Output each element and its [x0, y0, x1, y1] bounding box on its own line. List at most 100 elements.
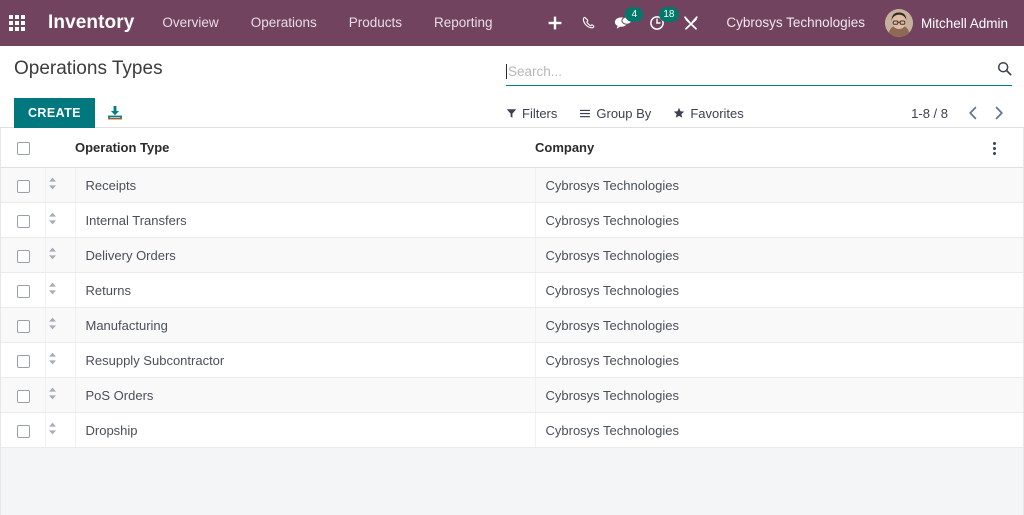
app-brand-inventory[interactable]: Inventory [34, 12, 146, 34]
drag-handle-icon[interactable] [46, 387, 60, 400]
cell-company[interactable]: Cybrosys Technologies [535, 238, 993, 273]
search-bar[interactable] [506, 58, 1012, 86]
menu-item-overview[interactable]: Overview [146, 0, 234, 46]
table-row[interactable]: ReturnsCybrosys Technologies [1, 273, 1023, 308]
drag-handle-icon[interactable] [46, 247, 60, 260]
import-records-button[interactable] [107, 105, 123, 121]
cell-operation-type[interactable]: Resupply Subcontractor [75, 343, 535, 378]
filters-dropdown[interactable]: Filters [506, 106, 557, 121]
drag-handle-icon[interactable] [46, 317, 60, 330]
drag-handle-icon[interactable] [46, 422, 60, 435]
list-view-container: Operation Type Company ReceiptsCybrosys … [0, 128, 1024, 515]
table-row[interactable]: DropshipCybrosys Technologies [1, 413, 1023, 448]
row-handle-cell [45, 168, 75, 203]
apps-menu-button[interactable] [0, 0, 34, 46]
active-company-switcher[interactable]: Cybrosys Technologies [708, 0, 879, 46]
cell-operation-type[interactable]: PoS Orders [75, 378, 535, 413]
row-options-cell [993, 308, 1023, 343]
menu-item-operations[interactable]: Operations [235, 0, 333, 46]
drag-handle-icon[interactable] [46, 177, 60, 190]
menu-item-reporting[interactable]: Reporting [418, 0, 509, 46]
cell-company[interactable]: Cybrosys Technologies [535, 413, 993, 448]
drag-handle-icon[interactable] [46, 282, 60, 295]
developer-tools-button[interactable] [674, 0, 708, 46]
row-checkbox[interactable] [17, 320, 30, 333]
row-select-cell [1, 238, 45, 273]
phone-icon [582, 16, 596, 30]
favorites-dropdown[interactable]: Favorites [673, 106, 743, 121]
messaging-button[interactable]: 4 [606, 0, 640, 46]
row-checkbox[interactable] [17, 180, 30, 193]
table-row[interactable]: Resupply SubcontractorCybrosys Technolog… [1, 343, 1023, 378]
table-row[interactable]: ManufacturingCybrosys Technologies [1, 308, 1023, 343]
cell-operation-type[interactable]: Delivery Orders [75, 238, 535, 273]
drag-handle-icon[interactable] [46, 352, 60, 365]
row-checkbox[interactable] [17, 215, 30, 228]
control-panel-top-row: Operations Types [14, 46, 1012, 86]
search-input[interactable] [508, 62, 986, 82]
filters-label: Filters [522, 106, 557, 121]
select-all-checkbox[interactable] [17, 142, 30, 155]
row-checkbox[interactable] [17, 390, 30, 403]
cell-company[interactable]: Cybrosys Technologies [535, 343, 993, 378]
table-row[interactable]: Internal TransfersCybrosys Technologies [1, 203, 1023, 238]
create-button[interactable]: CREATE [14, 98, 95, 128]
navbar-right-tools: 4 18 Cybrosys Technologies [538, 0, 1014, 46]
operation-types-table: Operation Type Company ReceiptsCybrosys … [1, 128, 1023, 448]
table-row[interactable]: ReceiptsCybrosys Technologies [1, 168, 1023, 203]
list-icon [579, 108, 591, 119]
optional-columns-header [993, 128, 1023, 168]
table-row[interactable]: PoS OrdersCybrosys Technologies [1, 378, 1023, 413]
cell-company[interactable]: Cybrosys Technologies [535, 308, 993, 343]
cell-company[interactable]: Cybrosys Technologies [535, 168, 993, 203]
cell-operation-type[interactable]: Dropship [75, 413, 535, 448]
row-select-cell [1, 308, 45, 343]
cell-operation-type[interactable]: Receipts [75, 168, 535, 203]
wrench-screwdriver-icon [683, 15, 699, 31]
drag-handle-icon[interactable] [46, 212, 60, 225]
search-icon[interactable] [997, 61, 1012, 81]
cell-operation-type[interactable]: Manufacturing [75, 308, 535, 343]
cell-operation-type[interactable]: Internal Transfers [75, 203, 535, 238]
activities-button[interactable]: 18 [640, 0, 674, 46]
column-header-operation-type[interactable]: Operation Type [75, 128, 535, 168]
avatar [885, 9, 913, 37]
control-panel-title-area: Operations Types [14, 58, 506, 80]
pager: 1-8 / 8 [911, 106, 1012, 121]
cell-company[interactable]: Cybrosys Technologies [535, 203, 993, 238]
column-header-company[interactable]: Company [535, 128, 993, 168]
row-checkbox[interactable] [17, 355, 30, 368]
user-menu[interactable]: Mitchell Admin [879, 9, 1014, 37]
page-title: Operations Types [14, 58, 506, 80]
row-checkbox[interactable] [17, 425, 30, 438]
apps-grid-icon [9, 15, 25, 31]
search-caret [506, 64, 507, 79]
row-options-cell [993, 238, 1023, 273]
column-options-icon[interactable] [993, 142, 996, 155]
pager-previous-button[interactable] [960, 106, 986, 120]
menu-item-products[interactable]: Products [333, 0, 418, 46]
row-handle-cell [45, 413, 75, 448]
control-panel-bottom-row: CREATE Filters [14, 86, 1012, 128]
top-navbar: Inventory Overview Operations Products R… [0, 0, 1024, 46]
table-row[interactable]: Delivery OrdersCybrosys Technologies [1, 238, 1023, 273]
pager-next-button[interactable] [986, 106, 1012, 120]
cell-company[interactable]: Cybrosys Technologies [535, 273, 993, 308]
row-select-cell [1, 273, 45, 308]
search-facets-and-pager: Filters Group By Favor [506, 106, 1012, 121]
voip-phone-button[interactable] [572, 0, 606, 46]
control-panel: Operations Types CREATE [0, 46, 1024, 128]
row-options-cell [993, 413, 1023, 448]
row-options-cell [993, 168, 1023, 203]
table-header-row: Operation Type Company [1, 128, 1023, 168]
quick-create-button[interactable] [538, 0, 572, 46]
cell-company[interactable]: Cybrosys Technologies [535, 378, 993, 413]
cell-operation-type[interactable]: Returns [75, 273, 535, 308]
row-checkbox[interactable] [17, 250, 30, 263]
row-checkbox[interactable] [17, 285, 30, 298]
star-icon [673, 107, 685, 119]
row-handle-cell [45, 343, 75, 378]
row-handle-cell [45, 378, 75, 413]
row-options-cell [993, 203, 1023, 238]
groupby-dropdown[interactable]: Group By [579, 106, 651, 121]
